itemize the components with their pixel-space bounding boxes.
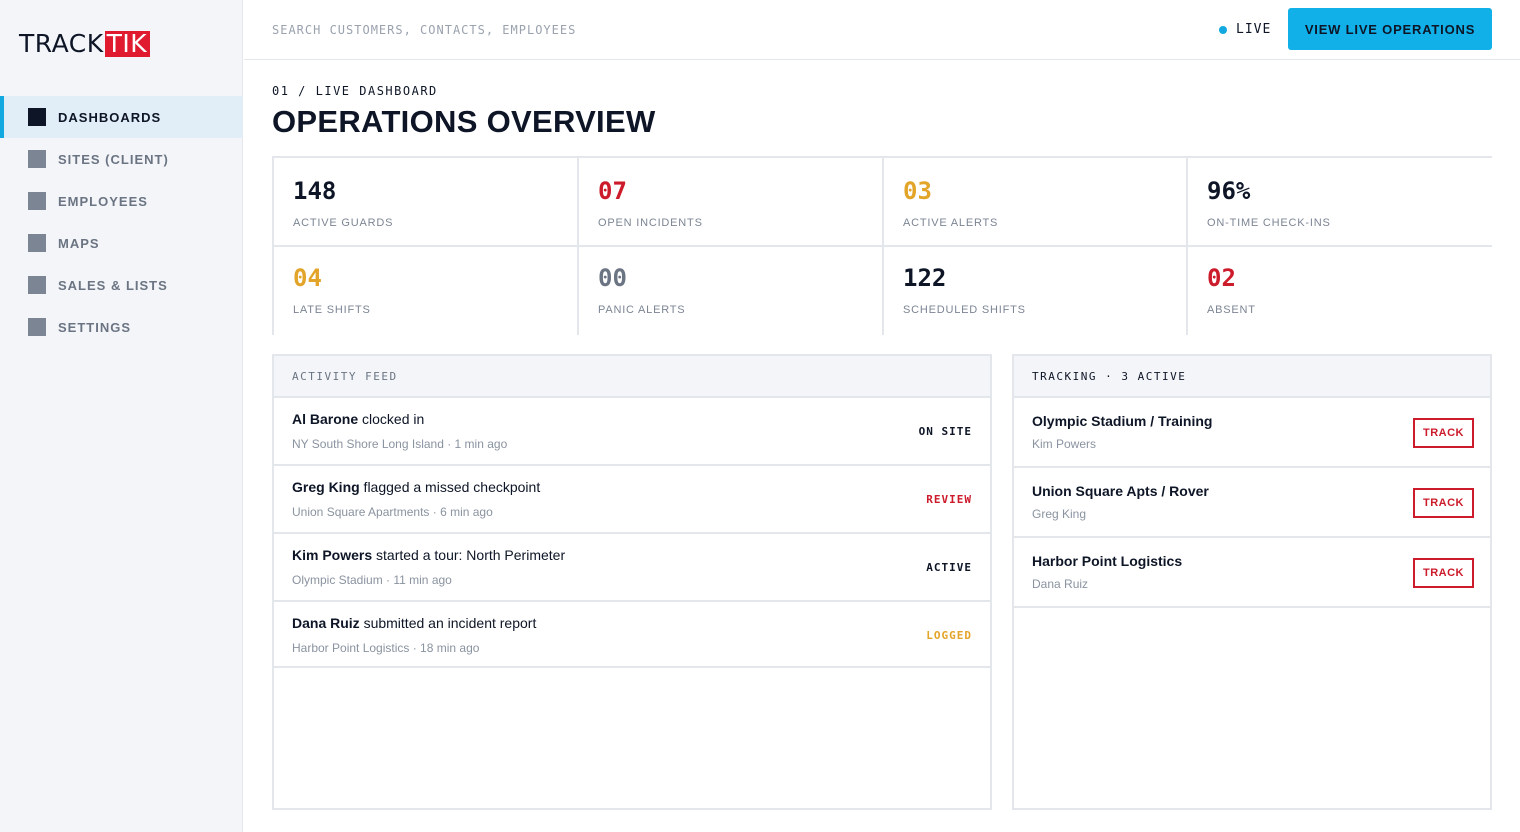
stat-value: 04 <box>293 264 322 292</box>
sidebar: TRACK TIK DASHBOARDS SITES (CLIENT) EMPLO… <box>0 0 243 832</box>
activity-title: Kim Powers started a tour: North Perimet… <box>292 547 565 563</box>
activity-feed-panel: ACTIVITY FEED Al Barone clocked in NY So… <box>272 354 992 810</box>
activity-meta: Olympic Stadium · 11 min ago <box>292 573 452 587</box>
stat-label: PANIC ALERTS <box>598 304 686 316</box>
sidebar-item-label: MAPS <box>58 235 100 251</box>
stat-label: ABSENT <box>1207 304 1256 316</box>
breadcrumb: 01 / LIVE DASHBOARD <box>272 84 438 98</box>
activity-title: Dana Ruiz submitted an incident report <box>292 615 536 631</box>
status-badge: REVIEW <box>926 493 972 506</box>
tracking-header: TRACKING · 3 ACTIVE <box>1014 356 1490 398</box>
stat-open-incidents[interactable]: 07 OPEN INCIDENTS <box>577 158 882 247</box>
stat-panic-alerts[interactable]: 00 PANIC ALERTS <box>577 247 882 335</box>
maps-icon <box>28 234 46 252</box>
stat-value: 00 <box>598 264 627 292</box>
tracking-guard: Greg King <box>1032 507 1087 521</box>
activity-item[interactable]: Kim Powers started a tour: North Perimet… <box>274 534 990 602</box>
stat-absent[interactable]: 02 ABSENT <box>1186 247 1492 335</box>
tracking-site: Union Square Apts / Rover <box>1032 483 1209 499</box>
stat-value: 02 <box>1207 264 1236 292</box>
activity-item[interactable]: Dana Ruiz submitted an incident report H… <box>274 602 990 668</box>
activity-action: submitted an incident report <box>359 615 537 631</box>
sites-icon <box>28 150 46 168</box>
activity-meta: Harbor Point Logistics · 18 min ago <box>292 641 480 655</box>
sidebar-item-employees[interactable]: EMPLOYEES <box>0 180 243 222</box>
sidebar-item-label: DASHBOARDS <box>58 109 162 125</box>
stat-label: ON-TIME CHECK-INS <box>1207 217 1331 229</box>
status-badge: ACTIVE <box>926 561 972 574</box>
activity-person: Al Barone <box>292 411 359 427</box>
stat-late-shifts[interactable]: 04 LATE SHIFTS <box>272 247 577 335</box>
sidebar-nav: DASHBOARDS SITES (CLIENT) EMPLOYEES MAPS… <box>0 96 243 348</box>
activity-person: Dana Ruiz <box>292 615 360 631</box>
track-button[interactable]: TRACK <box>1413 418 1474 448</box>
activity-meta: NY South Shore Long Island · 1 min ago <box>292 437 508 451</box>
track-button[interactable]: TRACK <box>1413 558 1474 588</box>
activity-title: Al Barone clocked in <box>292 411 424 427</box>
stat-on-time-check-ins[interactable]: 96% ON-TIME CHECK-INS <box>1186 158 1492 247</box>
activity-feed-header: ACTIVITY FEED <box>274 356 990 398</box>
top-bar: LIVE VIEW LIVE OPERATIONS <box>244 0 1520 60</box>
stat-value: 96% <box>1207 177 1251 205</box>
stat-active-guards[interactable]: 148 ACTIVE GUARDS <box>272 158 577 247</box>
tracking-item[interactable]: Harbor Point Logistics Dana Ruiz TRACK <box>1014 538 1490 608</box>
tracktik-logo[interactable]: TRACK TIK <box>19 29 151 58</box>
stat-label: LATE SHIFTS <box>293 304 371 316</box>
sidebar-item-label: SITES (CLIENT) <box>58 151 169 167</box>
page-title: OPERATIONS OVERVIEW <box>272 104 656 139</box>
logo-tik-text: TIK <box>104 31 151 57</box>
activity-action: flagged a missed checkpoint <box>359 479 541 495</box>
sidebar-item-label: SALES & LISTS <box>58 277 168 293</box>
status-badge: ON SITE <box>918 425 972 438</box>
status-badge: LOGGED <box>926 629 972 642</box>
activity-item[interactable]: Al Barone clocked in NY South Shore Long… <box>274 398 990 466</box>
live-indicator: LIVE <box>1219 22 1271 37</box>
stat-value: 148 <box>293 177 337 205</box>
stat-value: 122 <box>903 264 947 292</box>
activity-meta: Union Square Apartments · 6 min ago <box>292 505 493 519</box>
dashboards-icon <box>28 108 46 126</box>
stat-label: OPEN INCIDENTS <box>598 217 703 229</box>
logo-track-text: TRACK <box>19 29 104 58</box>
tracking-site: Harbor Point Logistics <box>1032 553 1183 569</box>
tracking-item[interactable]: Union Square Apts / Rover Greg King TRAC… <box>1014 468 1490 538</box>
sidebar-item-label: EMPLOYEES <box>58 193 148 209</box>
sales-lists-icon <box>28 276 46 294</box>
employees-icon <box>28 192 46 210</box>
stat-value: 07 <box>598 177 627 205</box>
activity-person: Greg King <box>292 479 360 495</box>
sidebar-item-dashboards[interactable]: DASHBOARDS <box>0 96 243 138</box>
activity-action: started a tour: North Perimeter <box>372 547 566 563</box>
sidebar-item-settings[interactable]: SETTINGS <box>0 306 243 348</box>
settings-icon <box>28 318 46 336</box>
activity-person: Kim Powers <box>292 547 373 563</box>
tracking-item[interactable]: Olympic Stadium / Training Kim Powers TR… <box>1014 398 1490 468</box>
sidebar-item-sales-lists[interactable]: SALES & LISTS <box>0 264 243 306</box>
stat-label: SCHEDULED SHIFTS <box>903 304 1026 316</box>
live-label: LIVE <box>1236 22 1272 37</box>
stat-label: ACTIVE GUARDS <box>293 217 394 229</box>
activity-action: clocked in <box>358 411 425 427</box>
sidebar-item-maps[interactable]: MAPS <box>0 222 243 264</box>
track-button[interactable]: TRACK <box>1413 488 1474 518</box>
stats-grid: 148 ACTIVE GUARDS 07 OPEN INCIDENTS 03 A… <box>272 156 1492 335</box>
activity-title: Greg King flagged a missed checkpoint <box>292 479 540 495</box>
view-live-operations-button[interactable]: VIEW LIVE OPERATIONS <box>1288 8 1492 50</box>
tracking-panel: TRACKING · 3 ACTIVE Olympic Stadium / Tr… <box>1012 354 1492 810</box>
stat-active-alerts[interactable]: 03 ACTIVE ALERTS <box>882 158 1186 247</box>
activity-item[interactable]: Greg King flagged a missed checkpoint Un… <box>274 466 990 534</box>
sidebar-item-sites[interactable]: SITES (CLIENT) <box>0 138 243 180</box>
search-input[interactable] <box>272 20 772 40</box>
stat-value: 03 <box>903 177 932 205</box>
tracking-guard: Dana Ruiz <box>1032 577 1089 591</box>
live-dot-icon <box>1219 25 1227 34</box>
tracking-guard: Kim Powers <box>1032 437 1097 451</box>
tracking-site: Olympic Stadium / Training <box>1032 413 1213 429</box>
stat-label: ACTIVE ALERTS <box>903 217 999 229</box>
stat-scheduled-shifts[interactable]: 122 SCHEDULED SHIFTS <box>882 247 1186 335</box>
sidebar-item-label: SETTINGS <box>58 319 132 335</box>
